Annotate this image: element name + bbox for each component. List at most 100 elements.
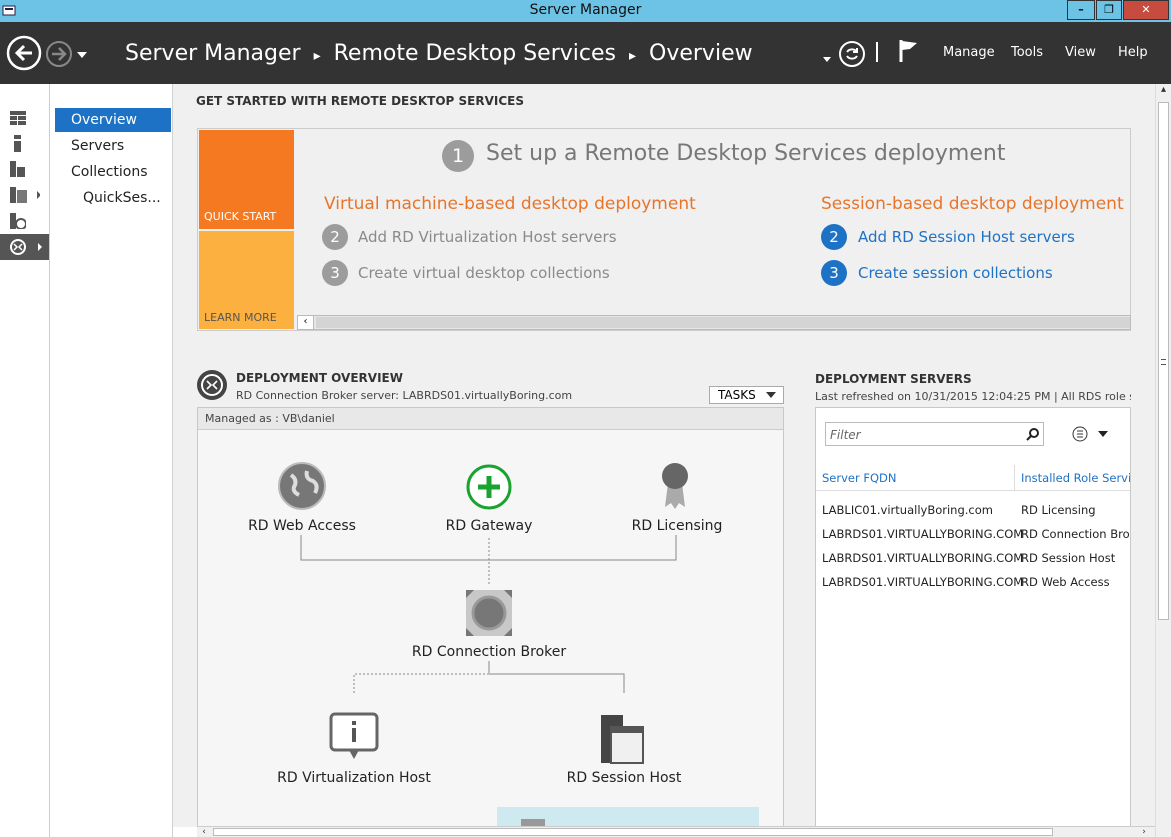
remote-desktop-icon — [10, 239, 42, 255]
table-row[interactable]: LABLIC01.virtuallyBoring.com RD Licensin… — [816, 502, 1130, 522]
minimize-button[interactable]: – — [1067, 0, 1095, 20]
tasks-label: TASKS — [718, 388, 756, 402]
restore-button[interactable]: ❐ — [1096, 0, 1122, 20]
iis-icon[interactable] — [10, 213, 27, 233]
deployment-overview-title: DEPLOYMENT OVERVIEW — [236, 371, 403, 385]
vm-step-3-number: 3 — [322, 260, 348, 286]
column-server-fqdn[interactable]: Server FQDN — [822, 471, 897, 485]
nav-item-overview[interactable]: Overview — [55, 108, 171, 132]
tasks-dropdown[interactable]: TASKS — [709, 386, 784, 404]
refresh-icon — [839, 41, 865, 67]
connection-broker-icon[interactable] — [464, 588, 514, 642]
scroll-thumb[interactable] — [316, 317, 1130, 328]
left-icon-bar — [0, 84, 50, 837]
rd-licensing-label: RD Licensing — [631, 518, 723, 534]
session-deployment-heading: Session-based desktop deployment — [821, 194, 1124, 214]
session-host-icon[interactable] — [597, 713, 647, 769]
rd-gateway-label: RD Gateway — [445, 518, 533, 534]
flag-icon — [899, 40, 917, 62]
scroll-up-icon[interactable]: ▴ — [1156, 84, 1171, 100]
refresh-button[interactable] — [838, 40, 866, 72]
list-options-button[interactable] — [1072, 426, 1112, 446]
table-row[interactable]: LABRDS01.VIRTUALLYBORING.COM RD Connecti… — [816, 526, 1130, 546]
session-step-3-number: 3 — [821, 260, 847, 286]
deployment-overview-panel: Managed as : VB\daniel RD Web Access RD … — [197, 407, 784, 827]
refresh-dropdown[interactable] — [822, 49, 832, 68]
back-button[interactable] — [6, 35, 42, 75]
virtualization-host-icon[interactable] — [329, 712, 379, 766]
menu-tools[interactable]: Tools — [1011, 45, 1043, 60]
vm-step-2-link[interactable]: Add RD Virtualization Host servers — [358, 228, 617, 246]
add-gateway-icon[interactable] — [465, 463, 513, 515]
file-storage-icon[interactable] — [10, 187, 41, 207]
filter-input[interactable]: Filter — [825, 422, 1044, 446]
separator — [876, 42, 878, 62]
forward-button[interactable] — [44, 39, 74, 73]
server-fqdn-cell: LABRDS01.VIRTUALLYBORING.COM — [822, 527, 1024, 541]
breadcrumb-separator: ▸ — [628, 48, 637, 64]
all-servers-icon[interactable] — [10, 161, 26, 181]
vm-step-3-link[interactable]: Create virtual desktop collections — [358, 264, 610, 282]
title-bar: Server Manager – ❐ ✕ — [0, 0, 1171, 22]
main-content: GET STARTED WITH REMOTE DESKTOP SERVICES… — [173, 84, 1155, 827]
table-row[interactable]: LABRDS01.VIRTUALLYBORING.COM RD Session … — [816, 550, 1130, 570]
role-cell: RD Session Host — [1021, 551, 1116, 565]
breadcrumb: Server Manager ▸ Remote Desktop Services… — [125, 41, 753, 66]
close-button[interactable]: ✕ — [1123, 0, 1169, 20]
globe-icon[interactable] — [277, 461, 327, 515]
menu-manage[interactable]: Manage — [943, 45, 995, 60]
search-icon — [1026, 428, 1039, 441]
nav-item-collections[interactable]: Collections — [55, 160, 171, 184]
role-cell: RD Licensing — [1021, 503, 1096, 517]
remote-desktop-services-nav[interactable] — [0, 234, 49, 260]
session-step-3-link[interactable]: Create session collections — [858, 264, 1053, 282]
get-started-panel: QUICK START LEARN MORE 1 Set up a Remote… — [197, 128, 1131, 331]
learn-more-label: LEARN MORE — [204, 311, 277, 324]
local-server-icon[interactable] — [12, 135, 24, 156]
menu-view[interactable]: View — [1065, 45, 1096, 60]
breadcrumb-rds[interactable]: Remote Desktop Services — [334, 41, 616, 66]
column-installed-role[interactable]: Installed Role Service — [1021, 471, 1130, 485]
filter-placeholder: Filter — [830, 428, 861, 442]
rd-session-host-label: RD Session Host — [566, 770, 682, 786]
quick-start-tile[interactable]: QUICK START — [199, 130, 294, 229]
menu-help[interactable]: Help — [1118, 45, 1148, 60]
vscroll-thumb[interactable] — [1158, 102, 1169, 620]
learn-more-tile[interactable]: LEARN MORE — [199, 231, 294, 329]
header-bar: Server Manager ▸ Remote Desktop Services… — [0, 22, 1171, 84]
get-started-hscrollbar[interactable]: ‹ — [297, 315, 1131, 330]
scroll-right-icon[interactable]: › — [1137, 827, 1151, 837]
licensing-ribbon-icon[interactable] — [657, 461, 693, 515]
dashboard-icon[interactable] — [10, 110, 26, 130]
nav-item-quicksession[interactable]: QuickSes... — [55, 186, 171, 210]
notifications-flag[interactable] — [898, 38, 920, 68]
server-fqdn-cell: LABLIC01.virtuallyBoring.com — [822, 503, 993, 517]
deployment-servers-panel: Filter Server FQDN Installed Role Servic… — [815, 407, 1131, 827]
back-arrow-icon — [6, 35, 42, 71]
table-row[interactable]: LABRDS01.VIRTUALLYBORING.COM RD Web Acce… — [816, 574, 1130, 594]
vm-step-2-number: 2 — [322, 224, 348, 250]
scroll-left-icon[interactable]: ‹ — [298, 316, 314, 329]
deployment-servers-subtitle: Last refreshed on 10/31/2015 12:04:25 PM… — [815, 390, 1131, 403]
rd-connection-broker-label: RD Connection Broker — [411, 644, 567, 660]
deployment-servers-title: DEPLOYMENT SERVERS — [815, 372, 972, 386]
step-1-title: Set up a Remote Desktop Services deploym… — [486, 141, 1006, 166]
connection-broker-subtitle: RD Connection Broker server: LABRDS01.vi… — [236, 389, 573, 402]
list-options-icon — [1072, 426, 1108, 442]
scroll-left-icon[interactable]: ‹ — [197, 827, 211, 837]
get-started-heading: GET STARTED WITH REMOTE DESKTOP SERVICES — [196, 94, 525, 108]
role-cell: RD Connection Broker — [1021, 527, 1130, 541]
rd-web-access-label: RD Web Access — [248, 518, 356, 534]
nav-item-servers[interactable]: Servers — [55, 134, 171, 158]
hscroll-thumb[interactable] — [213, 828, 1053, 836]
server-fqdn-cell: LABRDS01.VIRTUALLYBORING.COM — [822, 551, 1024, 565]
vertical-scrollbar[interactable]: ▴ — [1155, 84, 1171, 837]
breadcrumb-server-manager[interactable]: Server Manager — [125, 41, 301, 66]
session-step-2-link[interactable]: Add RD Session Host servers — [858, 228, 1075, 246]
rd-virtualization-host-label: RD Virtualization Host — [277, 770, 431, 786]
horizontal-scrollbar[interactable]: ‹ › — [197, 826, 1155, 837]
collection-highlight[interactable] — [497, 807, 759, 827]
history-dropdown[interactable] — [76, 46, 88, 65]
chevron-down-icon — [823, 57, 831, 62]
vm-deployment-heading: Virtual machine-based desktop deployment — [324, 194, 696, 214]
